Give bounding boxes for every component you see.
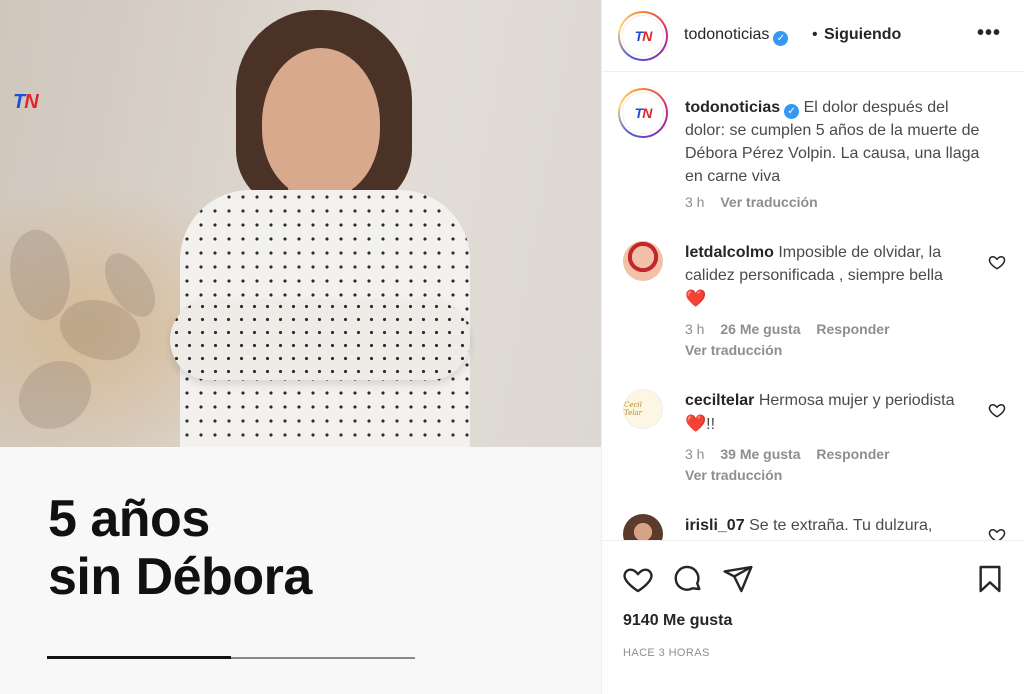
comment-like-heart-icon[interactable] — [988, 526, 1006, 541]
comment-translate-link[interactable]: Ver traducción — [685, 342, 782, 358]
likes-count[interactable]: 9140 Me gusta — [623, 612, 732, 630]
comment-likes[interactable]: 39 Me gusta — [720, 446, 800, 462]
reply-button[interactable]: Responder — [816, 321, 889, 337]
caption-meta: 3 h Ver traducción — [685, 194, 830, 210]
comment-meta: 3 h 26 Me gusta Responder — [685, 321, 902, 337]
reply-button[interactable]: Responder — [816, 446, 889, 462]
red-heart-emoji: ❤️ — [685, 289, 707, 308]
comment-text: ceciltelar Hermosa mujer y periodista❤️!… — [685, 392, 955, 433]
commenter-avatar[interactable]: Cecil Telar — [623, 389, 663, 429]
caption-time[interactable]: 3 h — [685, 194, 704, 210]
carousel-progress-fill — [47, 656, 231, 659]
caption-avatar[interactable]: TN — [618, 88, 668, 138]
heart-icon[interactable] — [622, 563, 654, 595]
more-options-icon[interactable]: ••• — [977, 22, 1001, 45]
comment-icon[interactable] — [672, 563, 704, 595]
comment-like-heart-icon[interactable] — [988, 253, 1006, 271]
account-avatar[interactable]: TN — [618, 11, 668, 61]
verified-badge-icon: ✓ — [784, 104, 800, 119]
verified-badge-icon: ✓ — [773, 31, 789, 46]
comment-text: irisli_07 Se te extraña. Tu dulzura, — [685, 517, 933, 534]
comment-time[interactable]: 3 h — [685, 446, 704, 462]
caption-text: todonoticias ✓ El dolor después del dolor… — [685, 99, 980, 185]
share-icon[interactable] — [722, 563, 754, 595]
caption-username[interactable]: todonoticias — [685, 99, 780, 116]
post-header: TN todonoticias ✓ • Siguiendo ••• — [602, 0, 1024, 72]
separator-dot: • — [812, 26, 818, 43]
following-button[interactable]: Siguiendo — [824, 26, 901, 44]
post-sidebar: TN todonoticias ✓ • Siguiendo ••• TN todo… — [601, 0, 1024, 694]
comment-like-heart-icon[interactable] — [988, 401, 1006, 419]
post-actions — [602, 555, 1024, 599]
comment-username[interactable]: irisli_07 — [685, 517, 745, 534]
post-headline: 5 años sin Débora — [48, 490, 312, 606]
instagram-post: TN 5 años sin Débora TN todonoticias✓ • — [0, 0, 1024, 694]
comment-time[interactable]: 3 h — [685, 321, 704, 337]
commenter-avatar[interactable] — [623, 241, 663, 281]
post-photo: TN — [0, 0, 601, 447]
red-heart-emoji: ❤️ — [685, 414, 707, 433]
woman-portrait — [170, 10, 470, 447]
comment-text: letdalcolmo Imposible de olvidar, la cal… — [685, 244, 943, 308]
carousel-progress — [47, 656, 415, 659]
comment-username[interactable]: letdalcolmo — [685, 244, 774, 261]
caption-translate-link[interactable]: Ver traducción — [720, 194, 817, 210]
tn-logo: TN — [13, 91, 39, 113]
comments-scroll-area[interactable]: TN todonoticias ✓ El dolor después del do… — [602, 73, 1024, 541]
post-time-ago[interactable]: HACE 3 HORAS — [623, 647, 710, 659]
comment-translate-link[interactable]: Ver traducción — [685, 467, 782, 483]
comment-username[interactable]: ceciltelar — [685, 392, 754, 409]
post-media[interactable]: TN 5 años sin Débora — [0, 0, 601, 694]
commenter-avatar[interactable] — [623, 514, 663, 540]
comment-meta: 3 h 39 Me gusta Responder — [685, 446, 902, 462]
account-username[interactable]: todonoticias ✓ — [684, 26, 789, 46]
comment-likes[interactable]: 26 Me gusta — [720, 321, 800, 337]
bookmark-icon[interactable] — [974, 563, 1006, 595]
